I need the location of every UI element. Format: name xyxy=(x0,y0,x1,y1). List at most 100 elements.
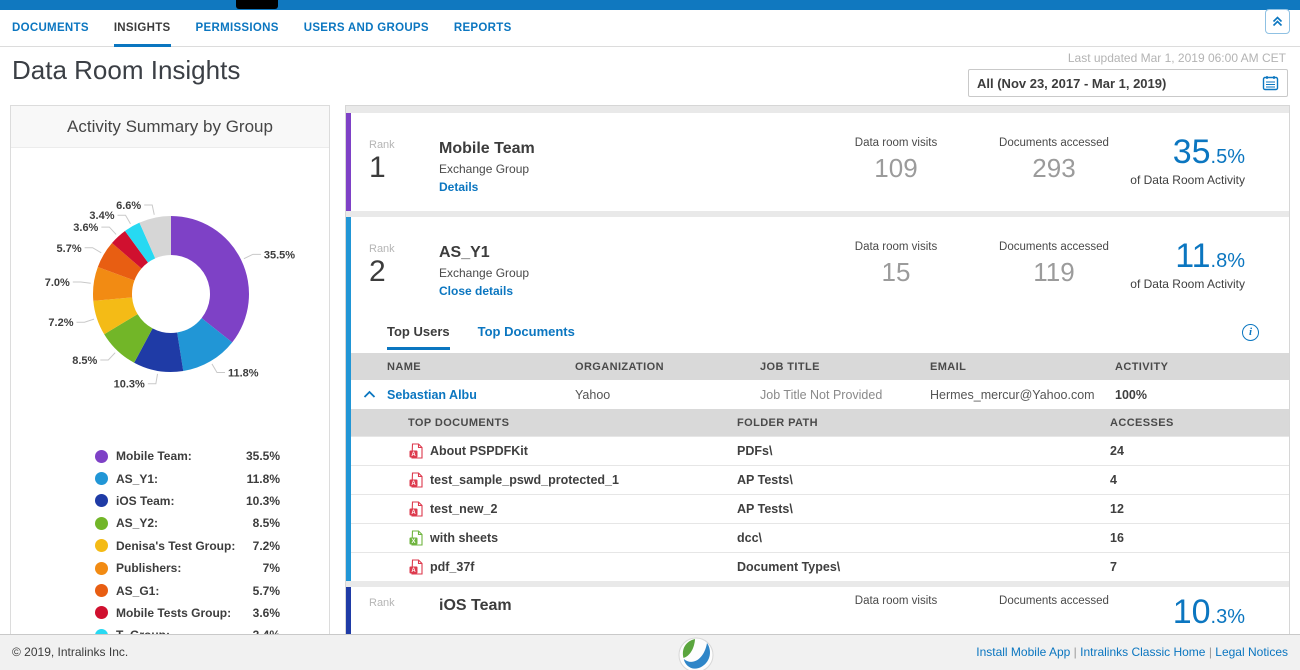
legend-value: 5.7% xyxy=(253,584,280,598)
donut-slice-label: 5.7% xyxy=(57,243,82,255)
group-details-link[interactable]: Details xyxy=(439,180,535,194)
donut-slice-label: 7.2% xyxy=(48,317,73,329)
legend-value: 7% xyxy=(263,561,280,575)
legend-color-dot xyxy=(95,517,108,530)
donut-slice-mobile-team[interactable] xyxy=(171,216,249,342)
legend-value: 8.5% xyxy=(253,516,280,530)
rank-block: Rank1 xyxy=(369,139,395,184)
footer-link-install-mobile-app[interactable]: Install Mobile App xyxy=(976,645,1070,659)
stat-data-room-visits: Data room visits xyxy=(836,595,956,611)
activity-donut-chart[interactable]: 35.5%11.8%10.3%8.5%7.2%7.0%5.7%3.6%3.4%6… xyxy=(11,148,329,436)
last-updated-text: Last updated Mar 1, 2019 06:00 AM CET xyxy=(1068,51,1286,65)
document-name-link[interactable]: Apdf_37f xyxy=(408,559,737,575)
column-header-folder-path: FOLDER PATH xyxy=(737,417,1110,429)
document-accesses: 16 xyxy=(1110,531,1289,545)
document-name-link[interactable]: AAbout PSPDFKit xyxy=(408,443,737,459)
label-leader-line xyxy=(100,353,115,360)
rank-block: Rank xyxy=(369,597,395,609)
document-name-link[interactable]: Atest_sample_pswd_protected_1 xyxy=(408,472,737,488)
collapse-header-button[interactable] xyxy=(1265,9,1290,34)
tab-top-documents[interactable]: Top Documents xyxy=(478,315,575,353)
stat-value: 293 xyxy=(994,153,1114,184)
stat-documents-accessed: Documents accessed293 xyxy=(994,137,1114,184)
legend-item: iOS Team:10.3% xyxy=(95,490,280,512)
stat-value: 119 xyxy=(994,257,1114,288)
user-name-link[interactable]: Sebastian Albu xyxy=(387,388,575,402)
nav-tab-insights[interactable]: INSIGHTS xyxy=(114,10,171,47)
document-folder-path: AP Tests\ xyxy=(737,473,1110,487)
activity-summary-panel: Activity Summary by Group 35.5%11.8%10.3… xyxy=(10,105,330,635)
label-leader-line xyxy=(101,227,116,234)
column-header-accesses: ACCESSES xyxy=(1110,417,1289,429)
legend-value: 35.5% xyxy=(246,449,280,463)
svg-text:X: X xyxy=(411,539,415,545)
activity-percent-block: 10.3% xyxy=(1173,593,1245,632)
label-leader-line xyxy=(118,215,131,224)
legend-color-dot xyxy=(95,494,108,507)
group-info-block: Mobile TeamExchange GroupDetails xyxy=(439,140,535,194)
footer-link-legal-notices[interactable]: Legal Notices xyxy=(1215,645,1288,659)
page-footer: © 2019, Intralinks Inc. Install Mobile A… xyxy=(0,634,1300,670)
chart-legend: Mobile Team:35.5%AS_Y1:11.8%iOS Team:10.… xyxy=(95,445,280,635)
stat-label: Data room visits xyxy=(836,137,956,150)
legend-item: Publishers:7% xyxy=(95,557,280,579)
label-leader-line xyxy=(76,319,94,322)
nav-tab-permissions[interactable]: PERMISSIONS xyxy=(196,10,279,47)
activity-percent: 10.3% xyxy=(1173,593,1245,632)
nav-tab-documents[interactable]: DOCUMENTS xyxy=(12,10,89,47)
document-accesses: 24 xyxy=(1110,444,1289,458)
document-folder-path: PDFs\ xyxy=(737,444,1110,458)
activity-percent-caption: of Data Room Activity xyxy=(1130,277,1245,291)
legend-label: iOS Team: xyxy=(116,494,246,508)
collapse-row-chevron[interactable] xyxy=(351,388,387,402)
legend-label: AS_G1: xyxy=(116,584,253,598)
footer-link-intralinks-classic-home[interactable]: Intralinks Classic Home xyxy=(1080,645,1205,659)
donut-slice-label: 10.3% xyxy=(114,379,145,391)
pdf-file-icon: A xyxy=(408,443,424,459)
rank-label: Rank xyxy=(369,139,395,151)
pdf-file-icon: A xyxy=(408,501,424,517)
document-row: AAbout PSPDFKitPDFs\24 xyxy=(351,436,1289,465)
legend-label: AS_Y1: xyxy=(116,472,247,486)
tab-top-users[interactable]: Top Users xyxy=(387,315,450,353)
document-name-link[interactable]: Xwith sheets xyxy=(408,530,737,546)
stat-documents-accessed: Documents accessed 119 xyxy=(994,241,1114,288)
activity-percent-block: 35.5%of Data Room Activity xyxy=(1130,133,1245,187)
pdf-file-icon: A xyxy=(408,559,424,575)
user-email: Hermes_mercur@Yahoo.com xyxy=(930,388,1115,402)
donut-slice-label: 7.0% xyxy=(45,277,70,289)
nav-tab-reports[interactable]: REPORTS xyxy=(454,10,512,47)
svg-text:A: A xyxy=(411,452,416,458)
group-info-block: AS_Y1Exchange GroupClose details xyxy=(439,244,529,298)
donut-slice-label: 35.5% xyxy=(264,249,295,261)
date-range-value: All (Nov 23, 2017 - Mar 1, 2019) xyxy=(977,76,1262,91)
group-name: iOS Team xyxy=(439,597,512,615)
legend-label: Publishers: xyxy=(116,561,263,575)
user-organization: Yahoo xyxy=(575,388,760,402)
document-name: with sheets xyxy=(430,531,498,545)
column-header-activity: ACTIVITY xyxy=(1115,361,1289,373)
group-details-link[interactable]: Close details xyxy=(439,284,529,298)
document-row: Atest_sample_pswd_protected_1AP Tests\4 xyxy=(351,465,1289,494)
document-name-link[interactable]: Atest_new_2 xyxy=(408,501,737,517)
group-card-summary: Rank2AS_Y1Exchange GroupClose detailsDat… xyxy=(351,217,1289,315)
legend-color-dot xyxy=(95,472,108,485)
rank-block: Rank2 xyxy=(369,243,395,288)
legend-color-dot xyxy=(95,584,108,597)
date-range-picker[interactable]: All (Nov 23, 2017 - Mar 1, 2019) xyxy=(968,69,1288,97)
info-icon[interactable]: i xyxy=(1242,324,1259,341)
legend-item: AS_G1:5.7% xyxy=(95,579,280,601)
document-accesses: 7 xyxy=(1110,560,1289,574)
legend-label: AS_Y2: xyxy=(116,516,253,530)
group-name: Mobile Team xyxy=(439,140,535,158)
legend-item: AS_Y1:11.8% xyxy=(95,467,280,489)
group-card-summary: Rank1 Mobile TeamExchange GroupDetails Dat… xyxy=(351,113,1289,211)
documents-table-header: TOP DOCUMENTSFOLDER PATHACCESSES xyxy=(351,409,1289,436)
legend-color-dot xyxy=(95,562,108,575)
document-folder-path: AP Tests\ xyxy=(737,502,1110,516)
legend-item: Mobile Team:35.5% xyxy=(95,445,280,467)
label-leader-line xyxy=(85,248,102,253)
nav-tab-users-and-groups[interactable]: USERS AND GROUPS xyxy=(304,10,429,47)
label-leader-line xyxy=(73,282,91,283)
stat-label: Documents accessed xyxy=(994,241,1114,254)
